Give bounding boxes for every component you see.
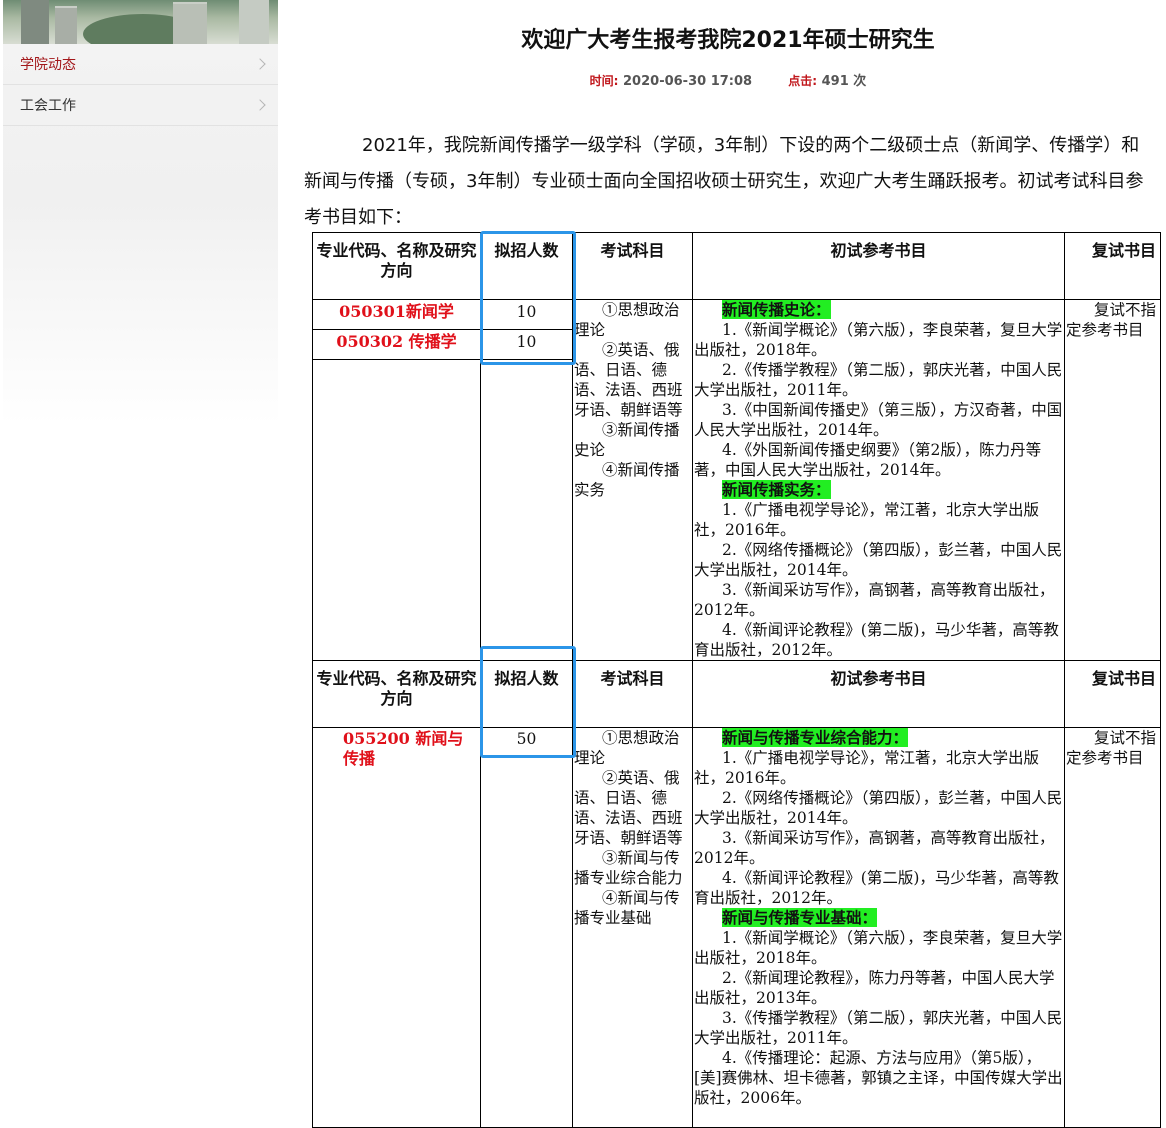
- subject-item: ③新闻与传播专业综合能力: [574, 849, 683, 887]
- retest-cell: 复试不指定参考书目: [1064, 299, 1161, 661]
- header-major: 专业代码、名称及研究方向: [312, 660, 481, 728]
- clicks-value: 491 次: [821, 74, 867, 89]
- book-item: 3.《中国新闻传播史》（第三版），方汉奇著，中国人民大学出版社，2014年。: [694, 401, 1063, 439]
- subject-item: ①思想政治理论: [574, 301, 680, 339]
- clicks-label: 点击:: [788, 74, 818, 88]
- book-item: 4.《新闻评论教程》(第二版)，马少华著，高等教育出版社，2012年。: [694, 621, 1059, 659]
- major-count: 50: [480, 727, 573, 1128]
- book-item: 1.《新闻学概论》（第六版），李良荣著，复旦大学出版社，2018年。: [694, 929, 1063, 967]
- book-item: 2.《网络传播概论》（第四版），彭兰著，中国人民大学出版社，2014年。: [694, 789, 1063, 827]
- subject-item: ②英语、俄语、日语、德语、法语、西班牙语、朝鲜语等: [574, 341, 683, 419]
- campus-banner-image: [3, 0, 278, 44]
- article-meta: 时间: 2020-06-30 17:08 点击: 491 次: [300, 70, 1156, 89]
- header-books: 初试参考书目: [692, 232, 1065, 300]
- subject-item: ③新闻传播史论: [574, 421, 680, 459]
- chevron-right-icon: [254, 99, 266, 111]
- major-name: 055200 新闻与传播: [312, 727, 481, 1128]
- table-row: 055200 新闻与传播 50 ①思想政治理论 ②英语、俄语、日语、德语、法语、…: [312, 727, 1161, 1128]
- subject-item: ②英语、俄语、日语、德语、法语、西班牙语、朝鲜语等: [574, 769, 683, 847]
- subject-item: ④新闻与传播专业基础: [574, 889, 680, 927]
- books-section-heading: 新闻与传播专业基础：: [722, 908, 878, 927]
- book-item: 2.《新闻理论教程》，陈力丹等著，中国人民大学出版社，2013年。: [694, 969, 1055, 1007]
- header-subjects: 考试科目: [572, 232, 693, 300]
- header-retest: 复试书目: [1064, 232, 1161, 300]
- major-name: 050301新闻学: [312, 298, 481, 331]
- exam-subjects-cell: ①思想政治理论 ②英语、俄语、日语、德语、法语、西班牙语、朝鲜语等 ③新闻与传播…: [572, 727, 693, 1128]
- sidebar-item-college-news[interactable]: 学院动态: [3, 44, 278, 85]
- book-item: 2.《传播学教程》（第二版），郭庆光著，中国人民大学出版社，2011年。: [694, 361, 1063, 399]
- exam-books-table: 专业代码、名称及研究方向 拟招人数 考试科目 初试参考书目 复试书目 05030…: [312, 232, 1161, 1128]
- book-item: 4.《外国新闻传播史纲要》（第2版），陈力丹等著，中国人民大学出版社，2014年…: [694, 441, 1042, 479]
- book-item: 4.《传播理论：起源、方法与应用》（第5版），[美]赛佛林、坦卡德著，郭镇之主译…: [694, 1049, 1063, 1107]
- sidebar-item-union-work[interactable]: 工会工作: [3, 85, 278, 126]
- sidebar-item-label: 工会工作: [20, 98, 76, 114]
- book-item: 1.《新闻学概论》（第六版），李良荣著，复旦大学出版社，2018年。: [694, 321, 1063, 359]
- book-item: 3.《新闻采访写作》，高钢著，高等教育出版社，2012年。: [694, 829, 1055, 867]
- retest-cell: 复试不指定参考书目: [1064, 727, 1161, 1128]
- highlight-box: [480, 646, 576, 758]
- exam-subjects-cell: ①思想政治理论 ②英语、俄语、日语、德语、法语、西班牙语、朝鲜语等 ③新闻传播史…: [572, 299, 693, 661]
- highlight-box: [480, 231, 576, 365]
- article-title: 欢迎广大考生报考我院2021年硕士研究生: [521, 28, 935, 53]
- table-header-row: 专业代码、名称及研究方向 拟招人数 考试科目 初试参考书目 复试书目: [312, 232, 1161, 300]
- retest-note: 复试不指定参考书目: [1066, 301, 1157, 339]
- major-name: 050302 传播学: [312, 329, 481, 361]
- book-item: 1.《广播电视学导论》，常江著，北京大学出版社，2016年。: [694, 501, 1040, 539]
- header-major: 专业代码、名称及研究方向: [312, 232, 481, 300]
- table-row: 050301新闻学 10 ①思想政治理论 ②英语、俄语、日语、德语、法语、西班牙…: [312, 298, 1161, 661]
- retest-note: 复试不指定参考书目: [1066, 729, 1157, 767]
- table-header-row: 专业代码、名称及研究方向 拟招人数 考试科目 初试参考书目 复试书目: [312, 660, 1161, 728]
- book-item: 1.《广播电视学导论》，常江著，北京大学出版社，2016年。: [694, 749, 1040, 787]
- book-item: 3.《新闻采访写作》，高钢著，高等教育出版社，2012年。: [694, 581, 1055, 619]
- time-label: 时间:: [589, 74, 619, 88]
- book-item: 2.《网络传播概论》（第四版），彭兰著，中国人民大学出版社，2014年。: [694, 541, 1063, 579]
- books-cell: 新闻传播史论： 1.《新闻学概论》（第六版），李良荣著，复旦大学出版社，2018…: [692, 299, 1065, 661]
- header-books: 初试参考书目: [692, 660, 1065, 728]
- header-retest: 复试书目: [1064, 660, 1161, 728]
- books-section-heading: 新闻传播史论：: [722, 300, 831, 319]
- book-item: 4.《新闻评论教程》(第二版)，马少华著，高等教育出版社，2012年。: [694, 869, 1059, 907]
- chevron-right-icon: [254, 58, 266, 70]
- books-section-heading: 新闻传播实务：: [722, 480, 831, 499]
- sidebar: 学院动态 工会工作: [3, 0, 278, 425]
- subject-item: ④新闻传播实务: [574, 461, 680, 499]
- time-value: 2020-06-30 17:08: [623, 74, 753, 89]
- books-cell: 新闻与传播专业综合能力： 1.《广播电视学导论》，常江著，北京大学出版社，201…: [692, 727, 1065, 1128]
- article-intro: 2021年，我院新闻传播学一级学科（学硕，3年制）下设的两个二级硕士点（新闻学、…: [304, 135, 1144, 228]
- header-subjects: 考试科目: [572, 660, 693, 728]
- sidebar-item-label: 学院动态: [20, 57, 76, 73]
- subject-item: ①思想政治理论: [574, 729, 680, 767]
- book-item: 3.《传播学教程》（第二版），郭庆光著，中国人民大学出版社，2011年。: [694, 1009, 1063, 1047]
- books-section-heading: 新闻与传播专业综合能力：: [722, 728, 909, 747]
